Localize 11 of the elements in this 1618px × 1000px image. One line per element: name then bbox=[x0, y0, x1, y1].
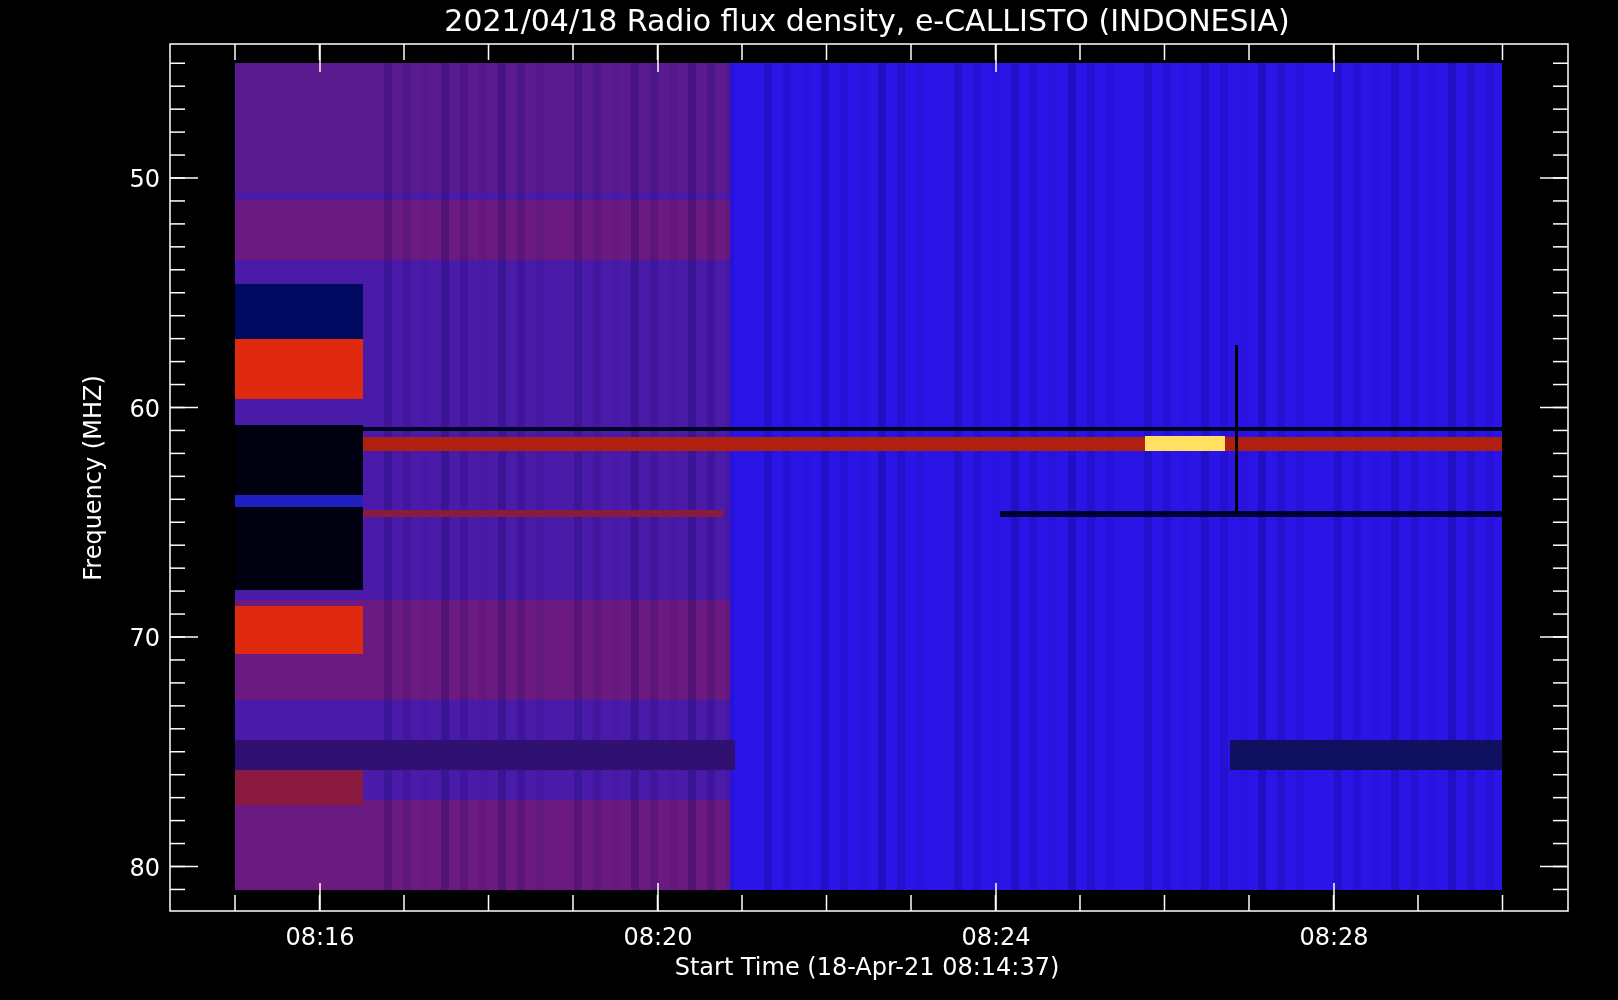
axis-tick-label: 80 bbox=[129, 853, 160, 882]
axis-tick-label: 08:28 bbox=[1299, 923, 1369, 951]
axis-tick-label: 08:16 bbox=[285, 923, 355, 951]
axis-tick-label: 08:20 bbox=[623, 923, 693, 951]
y-axis-title: Frequency (MHZ) bbox=[79, 375, 107, 581]
axis-tick-label: 50 bbox=[129, 165, 160, 193]
chart-title: 2021/04/18 Radio flux density, e-CALLISTO (INDONESIA) bbox=[444, 3, 1290, 38]
axis-tick-label: 70 bbox=[129, 624, 160, 652]
x-axis-title: Start Time (18-Apr-21 08:14:37) bbox=[674, 953, 1060, 981]
axis-tick-label: 08:24 bbox=[961, 923, 1031, 951]
axis-tick-label: 60 bbox=[129, 394, 160, 423]
